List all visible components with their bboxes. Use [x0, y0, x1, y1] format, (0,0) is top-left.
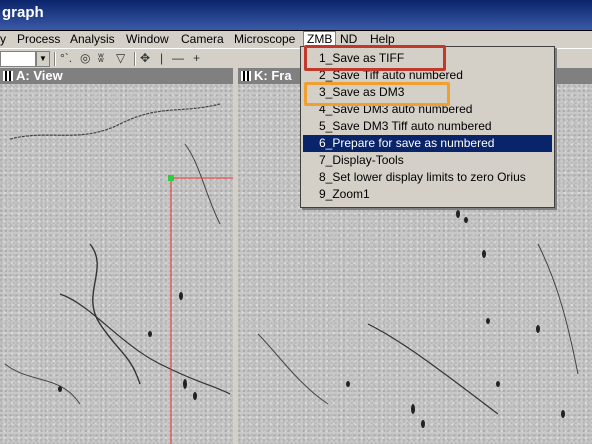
plus-icon[interactable]: + [193, 51, 200, 65]
pattern-tool-icon[interactable]: ʬ [98, 51, 104, 65]
circle-tool-icon[interactable]: ◎ [80, 51, 90, 65]
menu-item-prepare-save-numbered[interactable]: 6_Prepare for save as numbered [303, 135, 552, 152]
window-title: graph [2, 4, 44, 21]
menu-microscope[interactable]: Microscope [234, 32, 295, 46]
menu-analysis[interactable]: Analysis [70, 32, 115, 46]
move-tool-icon[interactable]: ✥ [140, 51, 150, 65]
image-window-icon [241, 71, 251, 81]
vertical-line-icon[interactable]: | [160, 51, 163, 65]
menu-window[interactable]: Window [126, 32, 169, 46]
micrograph-a [4, 103, 233, 444]
menu-nd[interactable]: ND [340, 32, 357, 46]
menu-help[interactable]: Help [370, 32, 395, 46]
toolbar-separator [54, 52, 56, 66]
pane-k-title-text: K: Fra [254, 68, 292, 83]
title-bar: graph [0, 0, 592, 32]
menu-process[interactable]: Process [17, 32, 60, 46]
highlight-save-as-dm3 [304, 82, 450, 106]
toolbar-separator [134, 52, 136, 66]
highlight-save-as-tiff [304, 45, 446, 71]
pane-a-title-text: A: View [16, 68, 63, 83]
menu-item-display-tools[interactable]: 7_Display-Tools [303, 152, 552, 169]
triangle-tool-icon[interactable]: ▽ [116, 51, 125, 65]
menu-item-save-dm3-tiff-auto-numbered[interactable]: 5_Save DM3 Tiff auto numbered [303, 118, 552, 135]
dots-tool-icon[interactable]: °`. [60, 51, 72, 65]
image-window-icon [3, 71, 13, 81]
menu-item-zoom1[interactable]: 9_Zoom1 [303, 186, 552, 203]
horizontal-line-icon[interactable]: — [172, 51, 184, 65]
menu-item-set-lower-display-limits[interactable]: 8_Set lower display limits to zero Orius [303, 169, 552, 186]
pane-a-title[interactable]: A: View [0, 68, 233, 84]
toolbar-combo[interactable] [0, 51, 36, 67]
combo-arrow-icon[interactable]: ▼ [36, 51, 50, 67]
menu-view[interactable]: y [0, 32, 6, 46]
menu-camera[interactable]: Camera [181, 32, 224, 46]
pane-a-image[interactable] [0, 84, 233, 444]
